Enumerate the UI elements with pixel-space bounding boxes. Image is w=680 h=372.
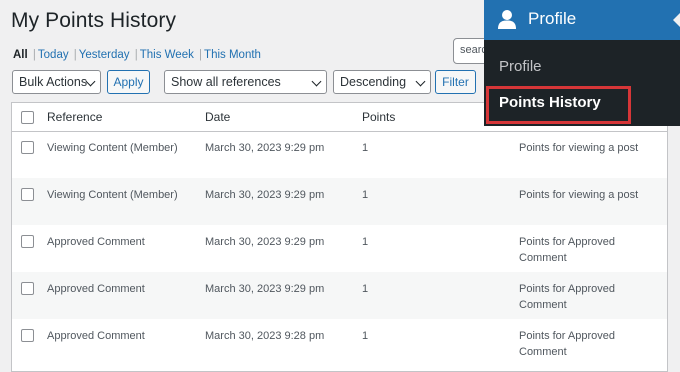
filter-separator: |: [73, 49, 77, 61]
cell-date: March 30, 2023 9:28 pm: [205, 330, 325, 342]
cell-points: 1: [362, 236, 369, 248]
menu-current-arrow-icon: [673, 12, 680, 28]
row-checkbox[interactable]: [21, 188, 34, 201]
filter-this-month[interactable]: This Month: [204, 49, 261, 61]
cell-points: 1: [362, 330, 369, 342]
cell-description: Points for Approved Comment: [519, 283, 616, 311]
select-all-checkbox[interactable]: [21, 111, 34, 124]
order-select[interactable]: Descending: [333, 70, 431, 94]
cell-description: Points for viewing a post: [519, 189, 639, 201]
column-reference: Reference: [47, 110, 103, 124]
cell-reference: Viewing Content (Member): [47, 189, 178, 201]
column-points: Points: [362, 110, 396, 124]
column-date: Date: [205, 110, 231, 124]
row-checkbox[interactable]: [21, 329, 34, 342]
chevron-down-icon: [415, 76, 426, 87]
cell-reference: Viewing Content (Member): [47, 142, 178, 154]
menu-header-label: Profile: [528, 9, 577, 28]
cell-date: March 30, 2023 9:29 pm: [205, 189, 325, 201]
cell-points: 1: [362, 142, 369, 154]
filter-separator: |: [134, 49, 138, 61]
user-icon: [496, 8, 518, 35]
filter-separator: |: [199, 49, 203, 61]
reference-filter-select[interactable]: Show all references: [164, 70, 327, 94]
menu-header-profile[interactable]: Profile: [484, 0, 680, 40]
table-row: Viewing Content (Member) March 30, 2023 …: [12, 131, 667, 178]
row-checkbox[interactable]: [21, 141, 34, 154]
cell-description: Points for Approved Comment: [519, 236, 616, 264]
highlight-annotation-box: [486, 86, 631, 124]
points-history-table: Reference Date Points Viewing Content (M…: [11, 102, 668, 372]
bulk-actions-select[interactable]: Bulk Actions: [12, 70, 101, 94]
cell-description: Points for viewing a post: [519, 142, 639, 154]
cell-date: March 30, 2023 9:29 pm: [205, 142, 325, 154]
table-row: Viewing Content (Member) March 30, 2023 …: [12, 178, 667, 225]
cell-points: 1: [362, 189, 369, 201]
filter-today[interactable]: Today: [38, 49, 69, 61]
row-checkbox[interactable]: [21, 235, 34, 248]
menu-item-profile[interactable]: Profile: [499, 58, 542, 75]
reference-filter-label: Show all references: [171, 75, 281, 89]
filter-all[interactable]: All: [13, 49, 28, 61]
date-filter-links: All | Today | Yesterday | This Week | This M…: [13, 49, 261, 61]
cell-date: March 30, 2023 9:29 pm: [205, 283, 325, 295]
filter-separator: |: [32, 49, 36, 61]
filter-button[interactable]: Filter: [435, 70, 476, 94]
filter-this-week[interactable]: This Week: [140, 49, 194, 61]
table-row: Approved Comment March 30, 2023 9:28 pm …: [12, 319, 667, 366]
row-checkbox[interactable]: [21, 282, 34, 295]
cell-reference: Approved Comment: [47, 283, 145, 295]
cell-description: Points for Approved Comment: [519, 330, 616, 358]
cell-reference: Approved Comment: [47, 236, 145, 248]
cell-points: 1: [362, 283, 369, 295]
filter-yesterday[interactable]: Yesterday: [79, 49, 130, 61]
table-row: Approved Comment March 30, 2023 9:29 pm …: [12, 272, 667, 319]
bulk-actions-label: Bulk Actions: [19, 75, 88, 89]
chevron-down-icon: [311, 76, 322, 87]
table-row: Approved Comment March 30, 2023 9:29 pm …: [12, 225, 667, 272]
order-label: Descending: [340, 75, 407, 89]
page-title: My Points History: [11, 9, 177, 32]
cell-date: March 30, 2023 9:29 pm: [205, 236, 325, 248]
apply-button[interactable]: Apply: [107, 70, 150, 94]
cell-reference: Approved Comment: [47, 330, 145, 342]
